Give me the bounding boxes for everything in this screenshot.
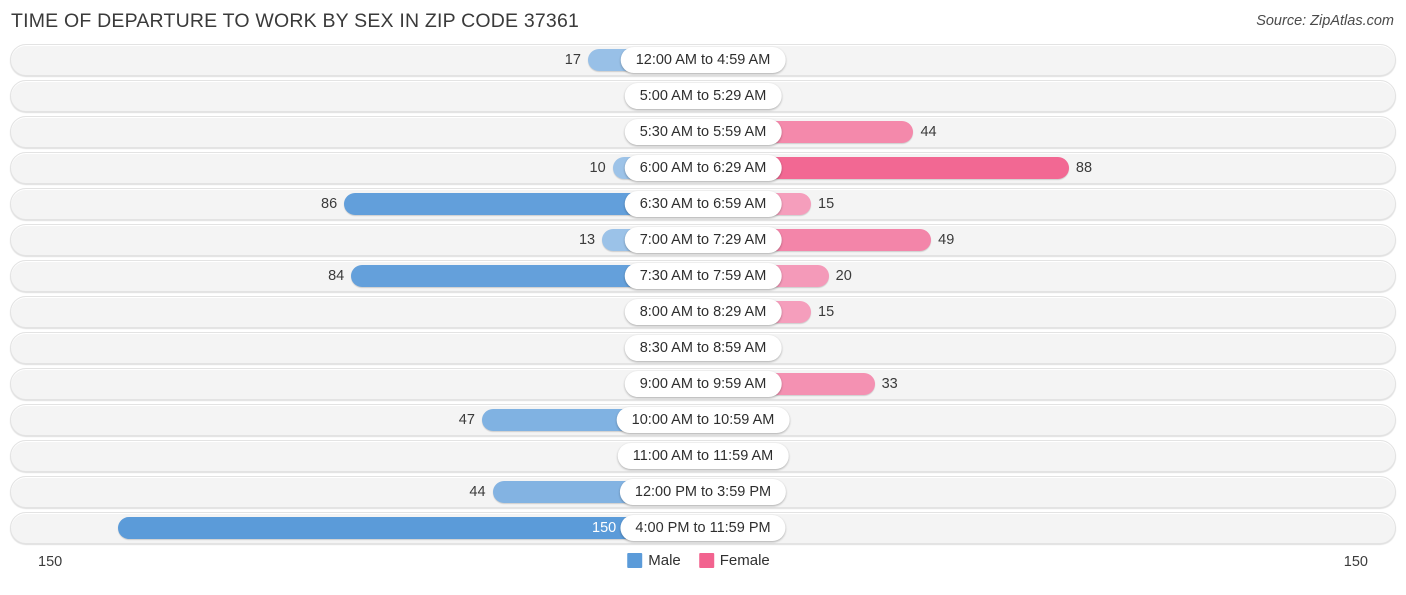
chart-row: 84 20 7:30 AM to 7:59 AM <box>10 260 1396 292</box>
legend-item[interactable]: Female <box>698 552 770 569</box>
category-label: 5:00 AM to 5:29 AM <box>624 83 782 109</box>
chart-header: TIME OF DEPARTURE TO WORK BY SEX IN ZIP … <box>0 0 1406 44</box>
page-title: TIME OF DEPARTURE TO WORK BY SEX IN ZIP … <box>11 10 580 32</box>
chart-row-inner: 44012:00 PM to 3:59 PM <box>11 477 1395 507</box>
chart-row: 0339:00 AM to 9:59 AM <box>10 368 1396 400</box>
category-label: 7:30 AM to 7:59 AM <box>624 263 782 289</box>
category-label: 4:00 PM to 11:59 PM <box>620 515 786 541</box>
chart-row: 0011:00 AM to 11:59 AM <box>10 440 1396 472</box>
legend-label: Male <box>648 552 681 569</box>
chart-row: 15004:00 PM to 11:59 PM <box>10 512 1396 544</box>
value-label-female: 33 <box>881 376 898 392</box>
axis-label-left: 150 <box>38 554 63 570</box>
legend-swatch-icon <box>627 553 643 568</box>
chart-row-inner: 005:00 AM to 5:29 AM <box>11 81 1395 111</box>
category-label: 8:00 AM to 8:29 AM <box>624 299 782 325</box>
legend-swatch-icon <box>698 553 714 568</box>
value-label-female: 15 <box>818 304 835 320</box>
chart-row-inner: 008:30 AM to 8:59 AM <box>11 333 1395 363</box>
chart-row-inner: 86 15 6:30 AM to 6:59 AM <box>11 189 1395 219</box>
chart-row-inner: 0445:30 AM to 5:59 AM <box>11 117 1395 147</box>
value-label-male: 13 <box>578 232 596 248</box>
source-attribution: Source: ZipAtlas.com <box>1256 13 1394 29</box>
chart-row-inner: 47010:00 AM to 10:59 AM <box>11 405 1395 435</box>
chart-legend: Male Female <box>627 552 779 569</box>
value-label-male: 10 <box>589 160 606 176</box>
chart-row: 13 49 7:00 AM to 7:29 AM <box>10 224 1396 256</box>
chart-row: 005:00 AM to 5:29 AM <box>10 80 1396 112</box>
legend-label: Female <box>719 552 770 569</box>
chart-row: 44012:00 PM to 3:59 PM <box>10 476 1396 508</box>
chart-row: 0158:00 AM to 8:29 AM <box>10 296 1396 328</box>
value-label-male: 86 <box>321 196 338 212</box>
chart-row-inner: 84 20 7:30 AM to 7:59 AM <box>11 261 1395 291</box>
value-label-female: 44 <box>920 124 937 140</box>
legend-item[interactable]: Male <box>627 552 681 569</box>
value-label-male: 44 <box>469 484 486 500</box>
chart-row-inner: 15004:00 PM to 11:59 PM <box>11 513 1395 543</box>
chart-row-inner: 13 49 7:00 AM to 7:29 AM <box>11 225 1395 255</box>
chart-row-inner: 17012:00 AM to 4:59 AM <box>11 45 1395 75</box>
chart-row: 17012:00 AM to 4:59 AM <box>10 44 1396 76</box>
chart-footer: 150 150 Male Female <box>10 544 1396 582</box>
value-label-male: 150 <box>592 520 617 536</box>
category-label: 8:30 AM to 8:59 AM <box>624 335 782 361</box>
value-label-male: 84 <box>328 268 345 284</box>
diverging-bar-chart: 17012:00 AM to 4:59 AM 005:00 AM to 5:29 … <box>10 44 1396 544</box>
value-label-female: 49 <box>938 232 955 248</box>
chart-row: 008:30 AM to 8:59 AM <box>10 332 1396 364</box>
value-label-female: 15 <box>818 196 835 212</box>
category-label: 11:00 AM to 11:59 AM <box>617 443 789 469</box>
value-label-female: 88 <box>1075 160 1093 176</box>
value-label-male: 17 <box>564 52 581 68</box>
category-label: 10:00 AM to 10:59 AM <box>616 407 790 433</box>
chart-row: 10 88 6:00 AM to 6:29 AM <box>10 152 1396 184</box>
category-label: 5:30 AM to 5:59 AM <box>624 119 782 145</box>
category-label: 7:00 AM to 7:29 AM <box>624 227 782 253</box>
category-label: 12:00 AM to 4:59 AM <box>620 47 786 73</box>
axis-label-right: 150 <box>1343 554 1368 570</box>
chart-row: 47010:00 AM to 10:59 AM <box>10 404 1396 436</box>
category-label: 9:00 AM to 9:59 AM <box>624 371 782 397</box>
chart-row-inner: 0339:00 AM to 9:59 AM <box>11 369 1395 399</box>
chart-row-inner: 0158:00 AM to 8:29 AM <box>11 297 1395 327</box>
chart-row-inner: 10 88 6:00 AM to 6:29 AM <box>11 153 1395 183</box>
category-label: 12:00 PM to 3:59 PM <box>619 479 787 505</box>
category-label: 6:30 AM to 6:59 AM <box>624 191 782 217</box>
category-label: 6:00 AM to 6:29 AM <box>624 155 782 181</box>
value-label-female: 20 <box>835 268 852 284</box>
chart-row: 0445:30 AM to 5:59 AM <box>10 116 1396 148</box>
chart-row: 86 15 6:30 AM to 6:59 AM <box>10 188 1396 220</box>
value-label-male: 47 <box>458 412 475 428</box>
chart-row-inner: 0011:00 AM to 11:59 AM <box>11 441 1395 471</box>
